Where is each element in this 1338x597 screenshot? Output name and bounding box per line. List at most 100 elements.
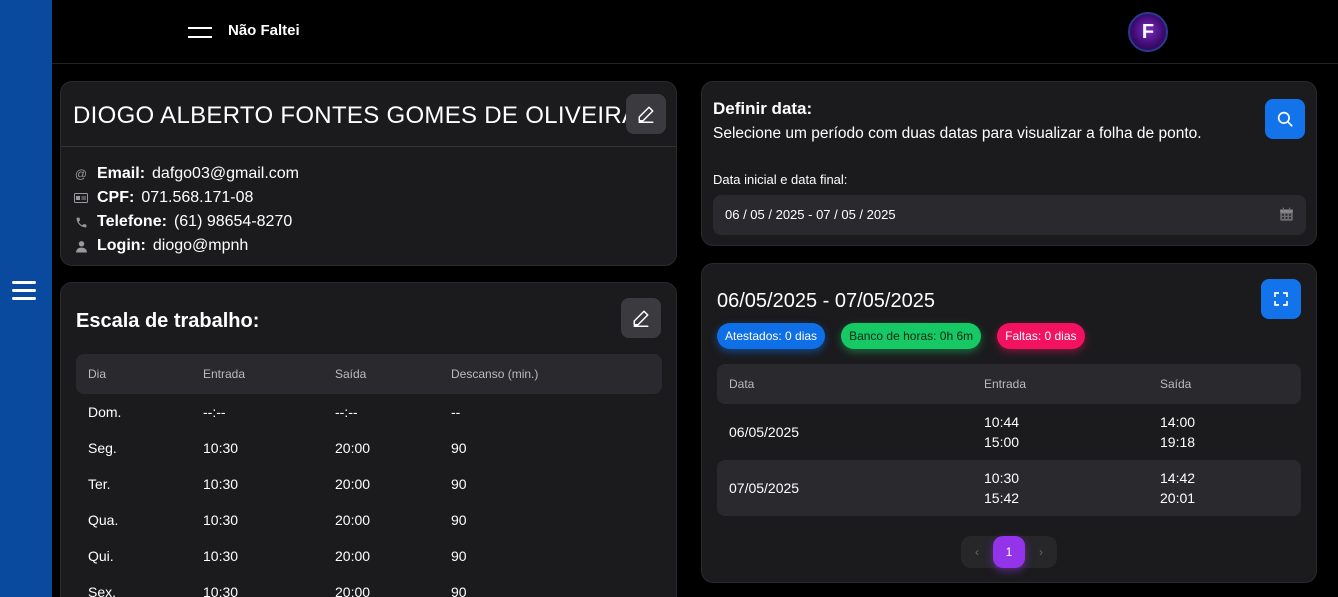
cell: 10:30 xyxy=(203,584,239,597)
timesheet-header-row: Data Entrada Saída xyxy=(717,364,1301,404)
date-range-label: Data inicial e data final: xyxy=(713,172,848,187)
cell: 20:00 xyxy=(335,440,371,456)
edit-schedule-button[interactable] xyxy=(621,298,661,338)
date-cell: 07/05/2025 xyxy=(717,460,972,516)
menu-icon[interactable] xyxy=(188,25,212,39)
date-filter-subtitle: Selecione um período com duas datas para… xyxy=(713,125,1202,142)
login-row: Login: diogo@mpnh xyxy=(73,234,299,258)
fullscreen-button[interactable] xyxy=(1261,279,1301,319)
date-filter-card: Definir data: Selecione um período com d… xyxy=(701,81,1317,246)
prev-page-icon[interactable]: ‹ xyxy=(967,545,987,559)
cell: --:-- xyxy=(203,404,226,420)
cell: Qui. xyxy=(88,548,114,564)
table-row: Sex. 10:30 20:00 90 xyxy=(76,574,662,597)
col-saida: Saída xyxy=(335,367,367,381)
cell: 20:00 xyxy=(335,512,371,528)
col-data: Data xyxy=(729,377,755,391)
phone-row: Telefone: (61) 98654-8270 xyxy=(73,210,299,234)
user-icon xyxy=(73,240,89,253)
entrada-cell: 10:30 15:42 xyxy=(972,460,1148,516)
saida-cell: 14:00 19:18 xyxy=(1148,404,1301,460)
cell: Sex. xyxy=(88,584,117,597)
entrada-time: 15:00 xyxy=(984,434,1020,450)
pencil-icon xyxy=(638,106,654,123)
schedule-table: Dia Entrada Saída Descanso (min.) Dom. --… xyxy=(76,354,662,597)
table-row: 07/05/2025 10:30 15:42 14:42 20:01 xyxy=(717,460,1301,516)
side-rail xyxy=(0,0,52,597)
next-page-icon[interactable]: › xyxy=(1031,545,1051,559)
email-value: dafgo03@gmail.com xyxy=(152,165,299,182)
phone-label: Telefone: xyxy=(97,213,167,230)
avatar-letter: F xyxy=(1141,20,1155,43)
schedule-header-row: Dia Entrada Saída Descanso (min.) xyxy=(76,354,662,394)
cell: 20:00 xyxy=(335,476,371,492)
cell: 10:30 xyxy=(203,512,239,528)
faltas-badge: Faltas: 0 dias xyxy=(997,323,1085,349)
avatar[interactable]: F xyxy=(1128,12,1168,52)
cell: Qua. xyxy=(88,512,119,528)
table-row: Dom. --:-- --:-- -- xyxy=(76,394,662,430)
divider xyxy=(61,146,676,147)
table-row: Qua. 10:30 20:00 90 xyxy=(76,502,662,538)
date-range-input[interactable]: 06 / 05 / 2025 - 07 / 05 / 2025 xyxy=(713,195,1306,235)
cpf-label: CPF: xyxy=(97,189,135,206)
app-title: Não Faltei xyxy=(228,22,300,39)
cell: 10:30 xyxy=(203,440,239,456)
table-row: Ter. 10:30 20:00 90 xyxy=(76,466,662,502)
side-menu-icon[interactable] xyxy=(12,281,36,301)
id-card-icon xyxy=(73,193,89,203)
fullscreen-icon xyxy=(1274,292,1288,306)
cell: Ter. xyxy=(88,476,111,492)
schedule-title: Escala de trabalho: xyxy=(76,310,260,332)
col-entrada: Entrada xyxy=(984,377,1027,391)
cell: 90 xyxy=(451,512,467,528)
cell: 90 xyxy=(451,476,467,492)
cpf-row: CPF: 071.568.171-08 xyxy=(73,186,299,210)
col-entrada: Entrada xyxy=(203,367,246,381)
cell: -- xyxy=(451,404,461,420)
schedule-card: Escala de trabalho: Dia Entrada Saída De… xyxy=(60,282,677,597)
login-label: Login: xyxy=(97,237,146,254)
table-row: Qui. 10:30 20:00 90 xyxy=(76,538,662,574)
timesheet-card: 06/05/2025 - 07/05/2025 Atestados: 0 dia… xyxy=(701,263,1317,583)
email-label: Email: xyxy=(97,165,146,182)
profile-name: DIOGO ALBERTO FONTES GOMES DE OLIVEIRA xyxy=(73,102,639,129)
entrada-cell: 10:44 15:00 xyxy=(972,404,1148,460)
page-button-active[interactable]: 1 xyxy=(993,536,1025,568)
phone-value: (61) 98654-8270 xyxy=(173,213,293,230)
saida-time: 14:00 xyxy=(1160,414,1196,430)
saida-cell: 14:42 20:01 xyxy=(1148,460,1301,516)
entrada-time: 10:30 xyxy=(984,470,1020,486)
cell: 20:00 xyxy=(335,548,371,564)
entrada-time: 10:44 xyxy=(984,414,1020,430)
timesheet-table: Data Entrada Saída 06/05/2025 10:44 15:00… xyxy=(717,364,1301,516)
date-filter-title: Definir data: xyxy=(713,99,813,118)
date-range-value: 06 / 05 / 2025 - 07 / 05 / 2025 xyxy=(725,207,896,222)
search-icon xyxy=(1277,111,1293,127)
email-row: @ Email: dafgo03@gmail.com xyxy=(73,162,299,186)
login-value: diogo@mpnh xyxy=(152,237,249,254)
calendar-icon[interactable] xyxy=(1279,207,1294,227)
phone-icon xyxy=(73,216,89,229)
banco-horas-badge: Banco de horas: 0h 6m xyxy=(841,323,982,349)
profile-card: DIOGO ALBERTO FONTES GOMES DE OLIVEIRA @… xyxy=(60,81,677,266)
cell: Dom. xyxy=(88,404,122,420)
cell: --:-- xyxy=(335,404,358,420)
table-row: Seg. 10:30 20:00 90 xyxy=(76,430,662,466)
at-icon: @ xyxy=(74,167,88,181)
cell: 90 xyxy=(451,584,467,597)
col-dia: Dia xyxy=(88,367,107,381)
edit-profile-button[interactable] xyxy=(626,94,666,134)
table-row: 06/05/2025 10:44 15:00 14:00 19:18 xyxy=(717,404,1301,460)
search-button[interactable] xyxy=(1265,99,1305,139)
cpf-value: 071.568.171-08 xyxy=(141,189,254,206)
top-bar: Não Faltei F xyxy=(52,0,1338,64)
col-saida: Saída xyxy=(1160,377,1192,391)
pagination: ‹ 1 › xyxy=(961,536,1057,568)
pencil-icon xyxy=(633,310,649,327)
col-descanso: Descanso (min.) xyxy=(451,367,539,381)
cell: 90 xyxy=(451,548,467,564)
saida-time: 14:42 xyxy=(1160,470,1196,486)
timesheet-range: 06/05/2025 - 07/05/2025 xyxy=(717,290,935,312)
saida-time: 19:18 xyxy=(1160,434,1196,450)
